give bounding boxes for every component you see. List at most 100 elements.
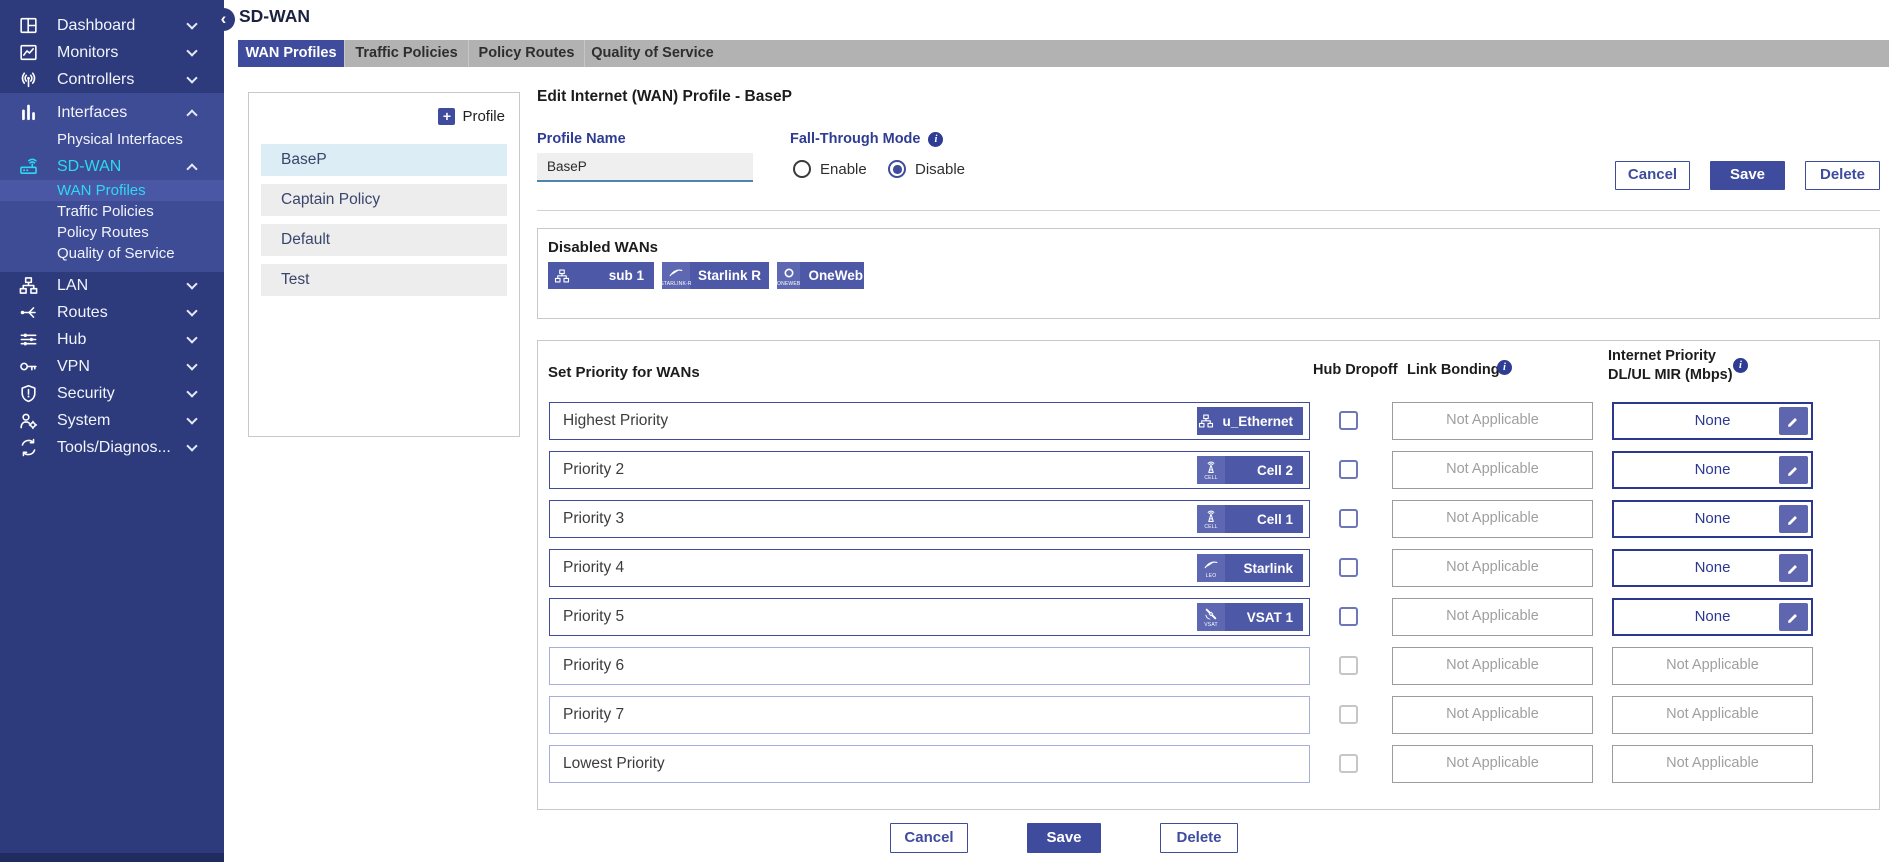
wan-chip-vsat-1[interactable]: VSATVSAT 1 [1197, 603, 1303, 631]
priority-row-priority-7[interactable]: Priority 7 [549, 696, 1310, 734]
profile-name-input[interactable] [537, 153, 753, 182]
hub-dropoff-checkbox[interactable] [1339, 509, 1358, 528]
sidebar-item-quality-of-service[interactable]: Quality of Service [0, 243, 224, 264]
priority-row-priority-5[interactable]: Priority 5VSATVSAT 1 [549, 598, 1310, 636]
sd-wan-page: DashboardMonitorsControllers InterfacesPh… [0, 0, 1895, 862]
tab-policy-routes[interactable]: Policy Routes [468, 40, 584, 67]
sidebar-item-system[interactable]: System [0, 407, 224, 434]
tab-wan-profiles[interactable]: WAN Profiles [238, 40, 344, 67]
tools-icon [17, 437, 39, 459]
sidebar-item-sd-wan[interactable]: SD-WAN [0, 153, 224, 180]
chip-label: Cell 2 [1225, 456, 1303, 484]
hub-dropoff-checkbox[interactable] [1339, 460, 1358, 479]
edit-pencil-icon[interactable] [1779, 456, 1808, 484]
sidebar-item-vpn[interactable]: VPN [0, 353, 224, 380]
profile-item-test[interactable]: Test [261, 264, 507, 296]
edit-pencil-icon[interactable] [1779, 505, 1808, 533]
hub-dropoff-checkbox [1339, 656, 1358, 675]
wan-chip-u-ethernet[interactable]: u_Ethernet [1197, 407, 1303, 435]
sidebar-item-security[interactable]: Security [0, 380, 224, 407]
internet-priority-field[interactable]: None [1612, 402, 1813, 440]
sidebar-item-label: Tools/Diagnos... [57, 439, 171, 457]
internet-priority-field[interactable]: None [1612, 500, 1813, 538]
hub-dropoff-checkbox [1339, 754, 1358, 773]
sidebar-item-interfaces[interactable]: Interfaces [0, 99, 224, 126]
sidebar-item-label: Hub [57, 331, 86, 349]
priority-row-label: Priority 7 [563, 697, 624, 733]
hub-dropoff-checkbox [1339, 705, 1358, 724]
sidebar-item-monitors[interactable]: Monitors [0, 39, 224, 66]
sidebar-item-controllers[interactable]: Controllers [0, 66, 224, 93]
edit-pencil-icon[interactable] [1779, 407, 1808, 435]
cancel-button-bottom[interactable]: Cancel [890, 823, 968, 853]
internet-priority-field[interactable]: None [1612, 598, 1813, 636]
sidebar-item-routes[interactable]: Routes [0, 299, 224, 326]
add-profile-button[interactable]: + Profile [438, 108, 505, 125]
tab-traffic-policies[interactable]: Traffic Policies [344, 40, 468, 67]
save-button-bottom[interactable]: Save [1027, 823, 1101, 853]
wan-chip-oneweb[interactable]: ONEWEBOneWeb [777, 262, 864, 289]
lan-icon [17, 275, 39, 297]
edit-pencil-icon[interactable] [1779, 554, 1808, 582]
radio-enable[interactable]: Enable [793, 160, 867, 178]
hub-dropoff-checkbox[interactable] [1339, 558, 1358, 577]
sidebar-item-dashboard[interactable]: Dashboard [0, 12, 224, 39]
profile-list-panel: + Profile BaseP Captain Policy Default Test [248, 92, 520, 437]
internet-priority-field[interactable]: None [1612, 451, 1813, 489]
sdwan-icon [17, 156, 39, 178]
sidebar-item-policy-routes[interactable]: Policy Routes [0, 222, 224, 243]
priority-row-highest-priority[interactable]: Highest Priorityu_Ethernet [549, 402, 1310, 440]
priority-section-title: Set Priority for WANs [548, 364, 700, 381]
priority-row-priority-3[interactable]: Priority 3CELLCell 1 [549, 500, 1310, 538]
priority-row-priority-4[interactable]: Priority 4 LEOStarlink [549, 549, 1310, 587]
cancel-button-top[interactable]: Cancel [1615, 161, 1690, 190]
form-divider [537, 210, 1880, 211]
internet-priority-header: Internet Priority DL/UL MIR (Mbps) [1608, 347, 1733, 385]
wan-chip-cell-2[interactable]: CELLCell 2 [1197, 456, 1303, 484]
dashboard-icon [17, 15, 39, 37]
priority-row-lowest-priority[interactable]: Lowest Priority [549, 745, 1310, 783]
back-button[interactable]: ‹ [212, 8, 235, 31]
profile-item-captain-policy[interactable]: Captain Policy [261, 184, 507, 216]
hub-dropoff-checkbox[interactable] [1339, 607, 1358, 626]
info-icon[interactable]: i [928, 132, 943, 147]
radio-disable[interactable]: Disable [888, 160, 965, 178]
profile-item-basep[interactable]: BaseP [261, 144, 507, 176]
wan-chip-starlink[interactable]: LEOStarlink [1197, 554, 1303, 582]
chip-caption: STARLINK-R [660, 282, 691, 287]
internet-priority-info-icon[interactable]: i [1733, 358, 1748, 373]
wan-chip-sub-1[interactable]: sub 1 [548, 262, 654, 289]
link-bonding-header: Link Bonding [1407, 362, 1500, 378]
link-bonding-field: Not Applicable [1392, 696, 1593, 734]
radio-disable-label: Disable [915, 161, 965, 178]
tab-quality-of-service[interactable]: Quality of Service [584, 40, 720, 67]
sidebar-item-lan[interactable]: LAN [0, 272, 224, 299]
sidebar-item-label: VPN [57, 358, 90, 376]
sidebar-item-label: System [57, 412, 110, 430]
priority-row-priority-2[interactable]: Priority 2CELLCell 2 [549, 451, 1310, 489]
sidebar-item-physical-interfaces[interactable]: Physical Interfaces [0, 126, 224, 153]
edit-pencil-icon[interactable] [1779, 603, 1808, 631]
monitors-icon [17, 42, 39, 64]
hub-dropoff-header: Hub Dropoff [1313, 362, 1398, 378]
internet-priority-value: None [1695, 412, 1731, 429]
profile-item-default[interactable]: Default [261, 224, 507, 256]
delete-button-bottom[interactable]: Delete [1160, 823, 1238, 853]
sidebar-item-wan-profiles[interactable]: WAN Profiles [0, 180, 224, 201]
link-bonding-field: Not Applicable [1392, 647, 1593, 685]
disabled-wans-chips: sub 1 STARLINK-RStarlink R ONEWEBOneWeb [548, 262, 864, 289]
wan-chip-cell-1[interactable]: CELLCell 1 [1197, 505, 1303, 533]
priority-row-priority-6[interactable]: Priority 6 [549, 647, 1310, 685]
delete-button-top[interactable]: Delete [1805, 161, 1880, 190]
hub-dropoff-checkbox[interactable] [1339, 411, 1358, 430]
save-button-top[interactable]: Save [1710, 161, 1785, 190]
sidebar-item-tools-diagnos[interactable]: Tools/Diagnos... [0, 434, 224, 461]
priority-row-label: Priority 4 [563, 550, 624, 586]
link-bonding-info-icon[interactable]: i [1497, 360, 1512, 375]
sidebar-item-traffic-policies[interactable]: Traffic Policies [0, 201, 224, 222]
internet-priority-field[interactable]: None [1612, 549, 1813, 587]
chevron-down-icon [186, 413, 197, 424]
sidebar-item-hub[interactable]: Hub [0, 326, 224, 353]
priority-row-label: Priority 6 [563, 648, 624, 684]
wan-chip-starlink-r[interactable]: STARLINK-RStarlink R [662, 262, 769, 289]
